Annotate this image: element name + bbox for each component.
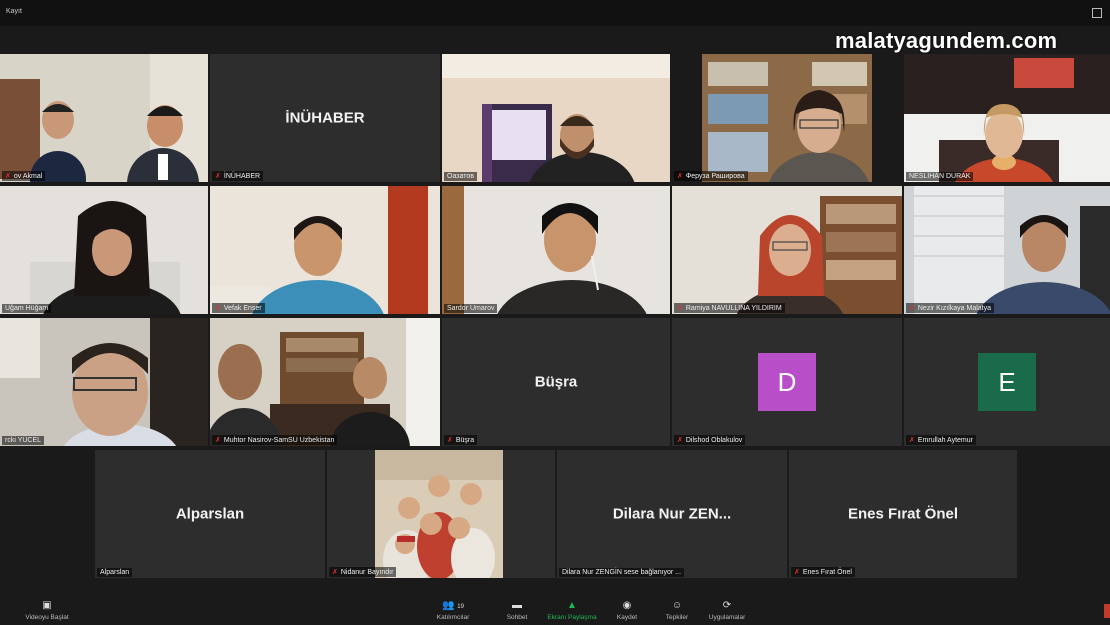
video-tile[interactable]: NESLİHAN DURAK (904, 54, 1110, 182)
mic-muted-icon: ✗ (215, 437, 221, 444)
name-tile[interactable]: E ✗ Emrullah Aytemur (904, 318, 1110, 446)
video-feed (210, 318, 440, 446)
participant-name: ✗ Vefak Enser (212, 303, 265, 313)
video-feed (442, 186, 670, 314)
name-tile[interactable]: Büşra ✗ Büşra (442, 318, 670, 446)
share-screen-icon: ▲ (567, 600, 577, 611)
participant-name: Оазатов (444, 172, 477, 181)
participant-name: Dilara Nur ZENGİN sese bağlanıyor ... (559, 568, 685, 577)
reactions-label: Tepkiler (665, 614, 689, 621)
share-screen-button[interactable]: ▲ Ekranı Paylaşma (543, 600, 601, 621)
mic-muted-icon: ✗ (447, 437, 453, 444)
participant-name: ✗ İNÜHABER (212, 171, 264, 181)
participant-name: NESLİHAN DURAK (906, 172, 974, 181)
mic-muted-icon: ✗ (5, 173, 11, 180)
mic-muted-icon: ✗ (677, 437, 683, 444)
participant-name: ✗ Nezir Kızılkaya Malatya (906, 303, 995, 313)
video-feed (0, 186, 208, 314)
record-label: Kayıt (6, 8, 22, 15)
start-video-button[interactable]: ▣ Videoyu Başlat (18, 600, 76, 621)
participants-label: Katılımcılar (436, 614, 470, 621)
participant-name: ✗ Ramiya NAVULLINA YILDIRIM (674, 303, 785, 313)
apps-icon: ⟳ (722, 600, 732, 611)
name-tile[interactable]: İNÜHABER ✗ İNÜHABER (210, 54, 440, 182)
mic-muted-icon: ✗ (677, 305, 683, 312)
video-tile[interactable]: ✗ Ramiya NAVULLINA YILDIRIM (672, 186, 902, 314)
participants-count: 19 (457, 604, 464, 610)
mic-muted-icon: ✗ (794, 569, 800, 576)
video-tile[interactable]: ✗ Muhtor Nasirov-SamSU Uzbekistan (210, 318, 440, 446)
chat-icon: ▬ (512, 600, 522, 611)
start-video-label: Videoyu Başlat (25, 614, 69, 621)
avatar: D (758, 353, 816, 411)
record-label: Kaydet (616, 614, 638, 621)
share-screen-label: Ekranı Paylaşma (547, 614, 597, 621)
participant-name: ✗ ov Akmal (2, 171, 46, 181)
video-feed (904, 54, 1110, 182)
video-tile[interactable]: Uğam Hüğam (0, 186, 208, 314)
video-tile[interactable]: ✗ Vefak Enser (210, 186, 440, 314)
name-tile[interactable]: Alparslan Alparslan (95, 450, 325, 578)
participants-icon: 👥 19 (442, 600, 464, 611)
video-tile[interactable]: ✗ Nezir Kızılkaya Malatya (904, 186, 1110, 314)
apps-button[interactable]: ⟳ Uygulamalar (698, 600, 756, 621)
video-tile[interactable]: ✗ ov Akmal (0, 54, 208, 182)
name-tile[interactable]: D ✗ Dilshod Oblakulov (672, 318, 902, 446)
watermark: malatyagundem.com (835, 28, 1058, 53)
video-tile[interactable]: Оазатов (442, 54, 670, 182)
participant-center-name: Dilara Nur ZEN... (612, 505, 732, 523)
mic-muted-icon: ✗ (677, 173, 683, 180)
participant-name: ✗ Muhtor Nasirov-SamSU Uzbekistan (212, 435, 338, 445)
chat-label: Sohbet (506, 614, 528, 621)
participant-name: ✗ Büşra (444, 435, 478, 445)
toolbar-edge-marker (1104, 604, 1110, 618)
avatar: E (978, 353, 1036, 411)
participant-center-name: İNÜHABER (285, 109, 365, 127)
video-feed (672, 186, 902, 314)
participant-center-name: Alparslan (175, 505, 245, 523)
video-feed (0, 54, 208, 182)
name-tile[interactable]: Enes Fırat Önel ✗ Enes Fırat Önel (789, 450, 1017, 578)
meeting-toolbar: ▣ Videoyu Başlat 👥 19 Katılımcılar ▬ Soh… (0, 596, 1110, 625)
mic-muted-icon: ✗ (332, 569, 338, 576)
participant-name: ✗ Emrullah Aytemur (906, 435, 976, 445)
video-feed (327, 450, 555, 578)
participant-center-name: Enes Fırat Önel (847, 505, 959, 523)
participant-name: ✗ Dilshod Oblakulov (674, 435, 746, 445)
video-feed (672, 54, 902, 182)
window-title-bar: Kayıt (0, 0, 1110, 26)
mic-muted-icon: ✗ (215, 305, 221, 312)
video-tile[interactable]: rcki YÜCEL (0, 318, 208, 446)
apps-label: Uygulamalar (708, 614, 746, 621)
participant-name: ✗ Феруза Раширова (674, 171, 748, 181)
participant-name: rcki YÜCEL (2, 436, 45, 445)
mic-muted-icon: ✗ (909, 437, 915, 444)
mic-muted-icon: ✗ (215, 173, 221, 180)
video-feed (210, 186, 440, 314)
chat-button[interactable]: ▬ Sohbet (488, 600, 546, 621)
participant-center-name: Büşra (534, 373, 578, 391)
participant-name: Uğam Hüğam (2, 304, 52, 313)
participants-button[interactable]: 👥 19 Katılımcılar (424, 600, 482, 621)
participant-name: Alparslan (97, 568, 133, 577)
video-tile[interactable]: ✗ Феруза Раширова (672, 54, 902, 182)
fullscreen-icon[interactable] (1092, 8, 1102, 18)
video-tile[interactable]: ✗ Nidanur Bayındır (327, 450, 555, 578)
participant-name: ✗ Nidanur Bayındır (329, 567, 397, 577)
video-tile[interactable]: Sardor Umarov (442, 186, 670, 314)
name-tile[interactable]: Dilara Nur ZEN... Dilara Nur ZENGİN sese… (557, 450, 787, 578)
mic-muted-icon: ✗ (909, 305, 915, 312)
video-feed (0, 318, 208, 446)
video-feed (904, 186, 1110, 314)
video-feed (442, 54, 670, 182)
video-off-icon: ▣ (42, 600, 52, 611)
participant-name: Sardor Umarov (444, 304, 498, 313)
participant-name: ✗ Enes Fırat Önel (791, 567, 855, 577)
